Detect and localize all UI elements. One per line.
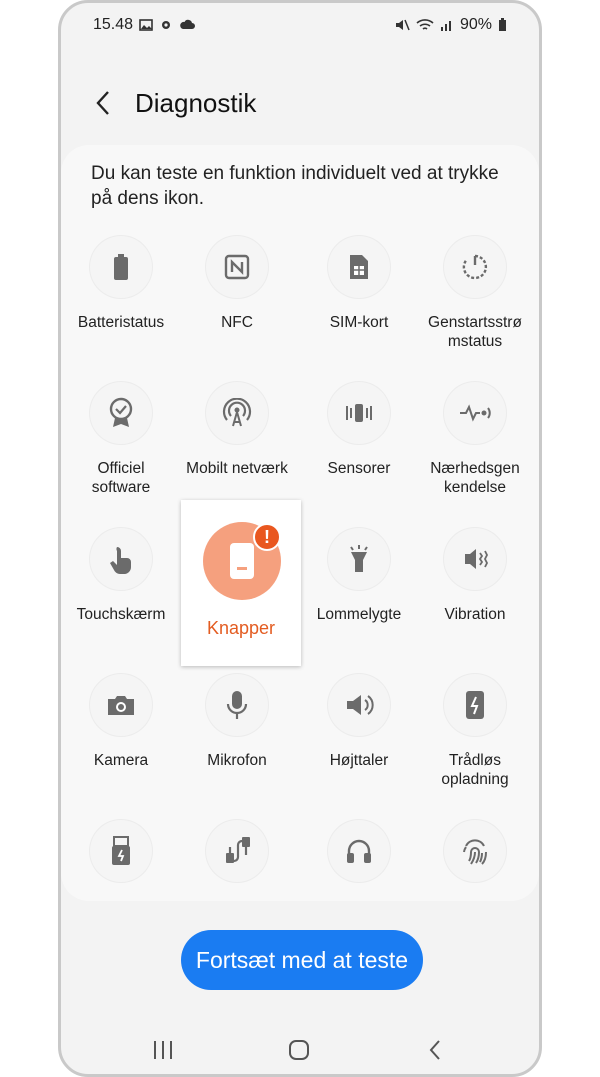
usb-cable-icon	[205, 819, 269, 883]
test-item-knapper-highlighted[interactable]: ! Knapper	[181, 500, 301, 666]
test-label: NFC	[221, 314, 253, 331]
headphones-icon	[327, 819, 391, 883]
phone-frame: 15.48 90% Diagnostik Du kan teste en fun…	[58, 0, 542, 1077]
test-item-camera[interactable]: Kamera	[63, 673, 179, 770]
status-time: 15.48	[93, 16, 134, 33]
test-item-speaker[interactable]: Højttaler	[301, 673, 417, 770]
test-item-flashlight[interactable]: Lommelygte	[301, 527, 417, 624]
test-item-usb-cable[interactable]	[179, 819, 295, 883]
gallery-icon	[139, 19, 153, 31]
nav-back-button[interactable]	[415, 1033, 455, 1067]
battery-icon	[89, 235, 153, 299]
vibration-icon	[443, 527, 507, 591]
test-item-nfc[interactable]: NFC	[179, 235, 295, 332]
test-item-vibration[interactable]: Vibration	[417, 527, 533, 624]
continue-testing-button[interactable]: Fortsæt med at teste	[181, 930, 423, 990]
test-label: Genstartsstrø mstatus	[428, 314, 522, 350]
test-item-battery[interactable]: Batteristatus	[63, 235, 179, 332]
microphone-icon	[205, 673, 269, 737]
test-item-sim-card[interactable]: SIM-kort	[301, 235, 417, 332]
test-label: Mikrofon	[207, 752, 267, 769]
test-label: Trådløs opladning	[441, 752, 509, 788]
diagnostics-card: Du kan teste en funktion individuelt ved…	[61, 145, 539, 901]
test-label: Officiel software	[91, 460, 151, 496]
page-title: Diagnostik	[135, 87, 257, 118]
test-item-proximity[interactable]: Nærhedsgen kendelse	[417, 381, 533, 497]
badge-icon	[89, 381, 153, 445]
status-bar: 15.48 90%	[93, 13, 507, 37]
test-item-headphones[interactable]	[301, 819, 417, 883]
test-label: Mobilt netværk	[186, 460, 288, 477]
test-label: Lommelygte	[316, 606, 402, 623]
fingerprint-icon	[443, 819, 507, 883]
test-label: Knapper	[206, 618, 276, 638]
test-label: Sensorer	[327, 460, 391, 477]
navigation-bar	[61, 1033, 539, 1067]
test-label: Højttaler	[329, 752, 389, 769]
test-item-wireless-charging[interactable]: Trådløs opladning	[417, 673, 533, 789]
back-button[interactable]	[85, 85, 121, 121]
test-label: SIM-kort	[329, 314, 389, 331]
touch-icon	[89, 527, 153, 591]
recent-apps-button[interactable]	[143, 1033, 183, 1067]
test-item-usb[interactable]	[63, 819, 179, 883]
battery-status-icon	[499, 18, 506, 31]
app-header: Diagnostik	[61, 73, 539, 133]
test-label: Kamera	[93, 752, 149, 769]
proximity-icon	[443, 381, 507, 445]
settings-icon	[162, 21, 171, 29]
test-item-touch[interactable]: Touchskærm	[63, 527, 179, 624]
test-item-sensor[interactable]: Sensorer	[301, 381, 417, 478]
instructions-text: Du kan teste en funktion individuelt ved…	[91, 163, 499, 209]
test-item-restart[interactable]: Genstartsstrø mstatus	[417, 235, 533, 351]
mute-icon	[395, 19, 410, 31]
network-icon	[205, 381, 269, 445]
usb-icon	[89, 819, 153, 883]
wifi-icon	[416, 19, 434, 30]
restart-icon	[443, 235, 507, 299]
home-button[interactable]	[279, 1033, 319, 1067]
test-item-fingerprint[interactable]	[417, 819, 533, 883]
chevron-left-icon	[96, 91, 109, 115]
test-label: Vibration	[444, 606, 506, 623]
battery-percent: 90%	[459, 16, 492, 33]
wireless-charging-icon	[443, 673, 507, 737]
test-item-badge[interactable]: Officiel software	[63, 381, 179, 497]
sim-card-icon	[327, 235, 391, 299]
test-item-microphone[interactable]: Mikrofon	[179, 673, 295, 770]
speaker-icon	[327, 673, 391, 737]
cloud-icon	[180, 19, 196, 29]
signal-icon	[440, 21, 451, 31]
sensor-icon	[327, 381, 391, 445]
test-label: Touchskærm	[76, 606, 166, 623]
camera-icon	[89, 673, 153, 737]
test-label: Nærhedsgen kendelse	[430, 460, 520, 496]
flashlight-icon	[327, 527, 391, 591]
warning-badge: !	[253, 523, 281, 551]
test-item-network[interactable]: Mobilt netværk	[179, 381, 295, 478]
nfc-icon	[205, 235, 269, 299]
test-label: Batteristatus	[77, 314, 165, 331]
home-icon	[289, 1040, 309, 1060]
nav-back-icon	[429, 1040, 440, 1060]
recent-apps-icon	[154, 1041, 172, 1059]
